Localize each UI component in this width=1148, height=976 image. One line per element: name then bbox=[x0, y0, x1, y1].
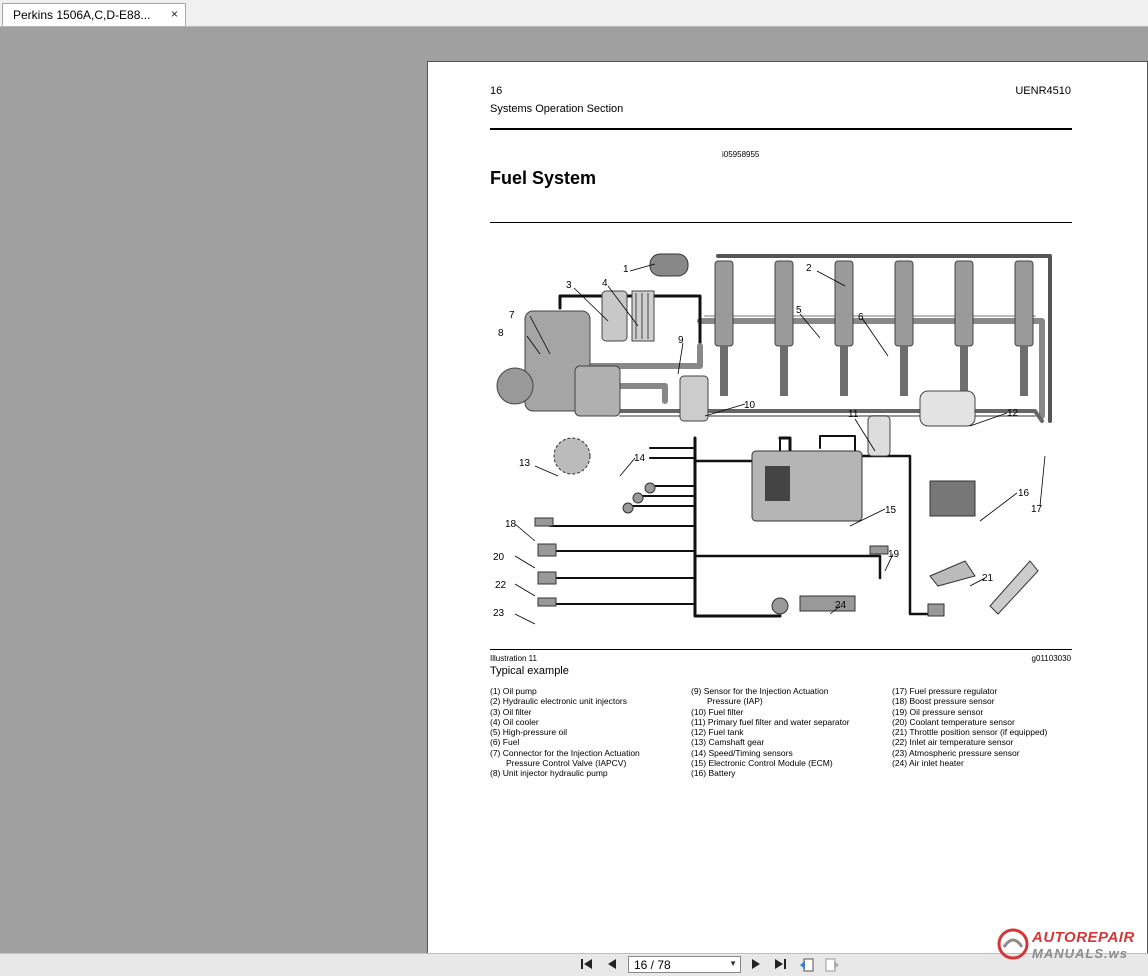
legend-item: (16) Battery bbox=[691, 768, 736, 779]
legend-item: (22) Inlet air temperature sensor bbox=[892, 737, 1014, 748]
callout-16: 16 bbox=[1018, 488, 1030, 499]
document-viewer[interactable]: 16 UENR4510 Systems Operation Section i0… bbox=[0, 27, 1148, 974]
last-page-icon[interactable] bbox=[773, 958, 787, 973]
tab-title: Perkins 1506A,C,D-E88... bbox=[13, 8, 151, 22]
legend-item: (11) Primary fuel filter and water separ… bbox=[691, 716, 850, 727]
legend-column-2: (9) Sensor for the Injection Actuation P… bbox=[691, 686, 850, 779]
legend-item: (7) Connector for the Injection Actuatio… bbox=[490, 747, 640, 758]
page-number: 16 bbox=[490, 85, 503, 97]
watermark-icon bbox=[997, 928, 1029, 960]
callout-22: 22 bbox=[495, 580, 507, 591]
chevron-down-icon[interactable]: ▼ bbox=[729, 959, 737, 968]
watermark-line-1: AUTOREPAIR bbox=[1032, 929, 1135, 946]
callout-9: 9 bbox=[678, 335, 684, 346]
document-tab[interactable]: Perkins 1506A,C,D-E88... × bbox=[2, 3, 186, 26]
legend-item: (14) Speed/Timing sensors bbox=[691, 747, 793, 758]
watermark-logo: AUTOREPAIR MANUALS.ws bbox=[996, 927, 1146, 967]
page-indicator: 16 / 78 bbox=[634, 958, 671, 972]
callout-21: 21 bbox=[982, 573, 994, 584]
legend-item: (9) Sensor for the Injection Actuation bbox=[691, 686, 829, 696]
callout-23: 23 bbox=[493, 608, 505, 619]
legend-column-3: (17) Fuel pressure regulator (18) Boost … bbox=[892, 686, 1047, 768]
legend-item: (1) Oil pump bbox=[490, 686, 537, 696]
next-page-icon[interactable] bbox=[750, 958, 762, 973]
legend-item: (8) Unit injector hydraulic pump bbox=[490, 768, 608, 779]
callout-13: 13 bbox=[519, 458, 531, 469]
callout-10: 10 bbox=[744, 400, 756, 411]
document-id: UENR4510 bbox=[1015, 85, 1071, 97]
figure-id: i05958955 bbox=[722, 150, 760, 159]
header-rule bbox=[490, 128, 1072, 130]
watermark-line-2: MANUALS.ws bbox=[1032, 946, 1128, 961]
callout-7: 7 bbox=[509, 310, 515, 321]
next-view-icon[interactable] bbox=[824, 958, 840, 975]
close-icon[interactable]: × bbox=[171, 7, 178, 21]
pdf-page: 16 UENR4510 Systems Operation Section i0… bbox=[427, 61, 1148, 974]
callout-3: 3 bbox=[566, 280, 572, 291]
callout-17: 17 bbox=[1031, 504, 1043, 515]
title-rule bbox=[490, 222, 1072, 223]
callout-8: 8 bbox=[498, 328, 504, 339]
callout-15: 15 bbox=[885, 505, 897, 516]
callout-14: 14 bbox=[634, 453, 646, 464]
callout-6: 6 bbox=[858, 312, 864, 323]
first-page-icon[interactable] bbox=[580, 958, 594, 973]
legend-item: (21) Throttle position sensor (if equipp… bbox=[892, 727, 1048, 738]
tab-bar: Perkins 1506A,C,D-E88... × bbox=[0, 0, 1148, 27]
callout-20: 20 bbox=[493, 552, 505, 563]
caption: Typical example bbox=[490, 665, 569, 677]
legend-item: Pressure Control Valve (IAPCV) bbox=[506, 758, 627, 769]
legend-item: (17) Fuel pressure regulator bbox=[892, 686, 998, 696]
page-number-field[interactable]: 16 / 78 ▼ bbox=[628, 956, 741, 973]
legend-item: Pressure (IAP) bbox=[707, 696, 763, 707]
section-title: Systems Operation Section bbox=[490, 103, 624, 115]
callout-18: 18 bbox=[505, 519, 517, 530]
page-navigation-bar: 16 / 78 ▼ bbox=[0, 953, 1148, 976]
legend-item: (13) Camshaft gear bbox=[691, 737, 765, 748]
legend-item: (18) Boost pressure sensor bbox=[892, 696, 995, 707]
legend-item: (2) Hydraulic electronic unit injectors bbox=[490, 696, 627, 707]
legend-item: (10) Fuel filter bbox=[691, 706, 744, 717]
caption-rule bbox=[490, 649, 1072, 650]
legend-item: (23) Atmospheric pressure sensor bbox=[892, 747, 1020, 758]
callout-5: 5 bbox=[796, 305, 802, 316]
legend-item: (15) Electronic Control Module (ECM) bbox=[691, 758, 833, 769]
callout-11: 11 bbox=[848, 409, 859, 420]
fuel-system-diagram: 1 2 3 4 5 6 7 8 9 10 11 12 13 14 15 16 1… bbox=[493, 253, 1052, 625]
callout-24: 24 bbox=[835, 600, 847, 611]
legend-item: (20) Coolant temperature sensor bbox=[892, 716, 1015, 727]
legend-column-1: (1) Oil pump (2) Hydraulic electronic un… bbox=[490, 686, 640, 779]
callout-12: 12 bbox=[1007, 408, 1019, 419]
legend-item: (6) Fuel bbox=[490, 737, 520, 748]
legend-item: (3) Oil filter bbox=[490, 706, 532, 717]
legend-item: (4) Oil cooler bbox=[490, 716, 539, 727]
illustration-label: Illustration 11 bbox=[490, 654, 537, 663]
page-title: Fuel System bbox=[490, 168, 597, 188]
previous-page-icon[interactable] bbox=[606, 958, 618, 973]
legend-item: (5) High-pressure oil bbox=[490, 727, 567, 738]
previous-view-icon[interactable] bbox=[799, 958, 815, 975]
graphic-id: g01103030 bbox=[1031, 654, 1071, 663]
callout-2: 2 bbox=[806, 263, 812, 274]
callout-4: 4 bbox=[602, 278, 608, 289]
callout-1: 1 bbox=[623, 264, 629, 275]
legend-item: (12) Fuel tank bbox=[691, 727, 744, 738]
legend-item: (19) Oil pressure sensor bbox=[892, 706, 984, 717]
legend-item: (24) Air inlet heater bbox=[892, 758, 964, 769]
callout-19: 19 bbox=[888, 549, 900, 560]
